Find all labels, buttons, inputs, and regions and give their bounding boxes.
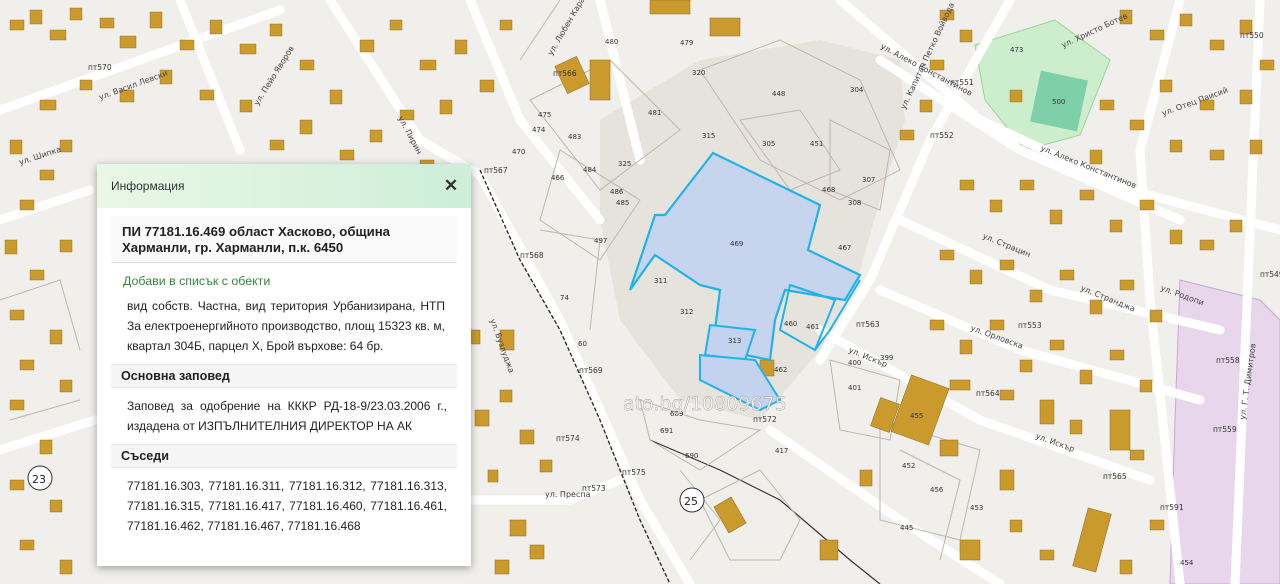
parcel-title: ПИ 77181.16.469 област Хасково, община Х… [111,216,457,263]
parcel-label: 311 [654,277,667,285]
point-label: пт550 [1240,31,1264,40]
point-label: пт567 [484,166,508,175]
point-label: пт591 [1160,503,1184,512]
point-label: пт558 [1216,356,1240,365]
order-heading: Основна заповед [111,364,457,388]
popup-title: Информация [111,179,185,193]
parcel-label: 468 [822,186,835,194]
point-label: пт570 [88,63,112,72]
parcel-label: 448 [772,90,785,98]
parcel-label: 445 [900,524,913,532]
parcel-label: 456 [930,486,944,494]
parcel-label: 481 [648,109,661,117]
parcel-label: 308 [848,199,861,207]
parcel-label: 454 [1180,559,1194,567]
parcel-label: 307 [862,176,875,184]
point-label: пт572 [753,415,777,424]
point-label: пт559 [1213,425,1237,434]
point-label: пт552 [930,131,954,140]
parcel-label: 304 [850,86,864,94]
watermark-text: ato.bg/10809675 [623,393,787,415]
parcel-label: 400 [848,359,861,367]
point-label: пт564 [976,389,1000,398]
parcel-label: 466 [551,174,565,182]
parcel-label: 320 [692,69,705,77]
point-label: пт563 [856,320,880,329]
parcel-label: 417 [775,447,788,455]
parcel-label: 315 [702,132,715,140]
point-label: пт575 [622,468,646,477]
point-label: пт549 [1260,270,1280,279]
add-to-list-link[interactable]: Добави в списък с обекти [111,263,457,294]
parcel-label: 313 [728,337,741,345]
parcel-label: 312 [680,308,693,316]
parcel-label: 485 [616,199,629,207]
close-icon[interactable]: ✕ [443,176,459,195]
neighbors-list: 77181.16.303, 77181.16.311, 77181.16.312… [127,479,447,533]
popup-header: Информация ✕ [97,164,471,208]
parcel-label: 452 [902,462,915,470]
parcel-label: 74 [560,294,569,302]
parcel-label: 325 [618,160,631,168]
parcel-label: 460 [784,320,797,328]
parcel-label: 500 [1052,98,1065,106]
parcel-label: 469 [730,240,743,248]
parcel-label: 470 [512,148,525,156]
parcel-label: 480 [605,38,618,46]
point-label: пт565 [1103,472,1127,481]
parcel-label: 479 [680,39,693,47]
order-text: Заповед за одобрение на КККР РД-18-9/23.… [127,399,447,433]
parcel-label: 462 [774,366,787,374]
neighbors-heading: Съседи [111,444,457,468]
parcel-label: 690 [685,452,698,460]
parcel-label: 453 [970,504,983,512]
parcel-label: 484 [583,166,597,174]
point-label: пт569 [579,366,603,375]
parcel-label: 691 [660,427,673,435]
parcel-label: 461 [806,323,819,331]
parcel-label: 467 [838,244,851,252]
popup-body: ПИ 77181.16.469 област Хасково, община Х… [97,208,471,542]
parcel-label: 401 [848,384,861,392]
parcel-label: 473 [1010,46,1023,54]
parcel-label: 451 [810,140,823,148]
parcel-label: 474 [532,126,546,134]
parcel-label: 455 [910,412,923,420]
parcel-label: 486 [610,188,624,196]
point-label: пт566 [553,69,577,78]
info-popup: Информация ✕ ПИ 77181.16.469 област Хаск… [97,164,471,566]
quarter-number: 23 [32,473,46,486]
quarter-number: 25 [684,495,698,508]
point-label: пт574 [556,434,580,443]
street-label: ул. Преспа [545,490,591,499]
parcel-label: 483 [568,133,581,141]
point-label: пт568 [520,251,544,260]
parcel-label: 60 [578,340,587,348]
parcel-label: 497 [594,237,607,245]
parcel-label: 475 [538,111,551,119]
point-label: пт553 [1018,321,1042,330]
parcel-label: 305 [762,140,775,148]
parcel-details: вид собств. Частна, вид територия Урбани… [127,299,445,353]
